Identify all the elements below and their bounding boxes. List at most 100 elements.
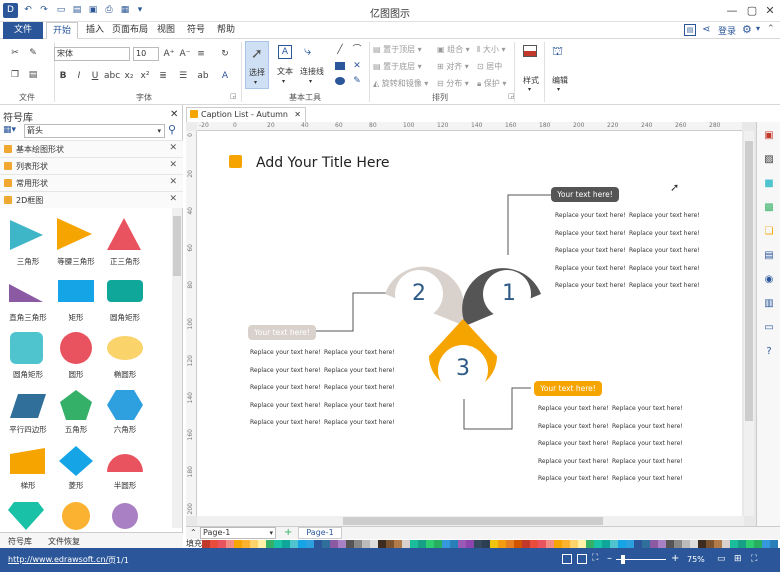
- color-swatch[interactable]: [410, 540, 418, 548]
- font-name-select[interactable]: 宋体: [54, 47, 130, 61]
- fit-width-icon[interactable]: ⊞: [734, 554, 742, 564]
- close-icon[interactable]: ✕: [762, 3, 778, 19]
- color-swatch[interactable]: [514, 540, 522, 548]
- color-swatch[interactable]: [314, 540, 322, 548]
- fit-page-icon[interactable]: ▭: [717, 554, 726, 564]
- zoom-in-icon[interactable]: +: [671, 553, 679, 564]
- color-swatch[interactable]: [690, 540, 698, 548]
- fit-window-icon[interactable]: ⛶: [751, 554, 757, 564]
- color-swatch[interactable]: [242, 540, 250, 548]
- settings-gear-icon[interactable]: ⚙: [742, 23, 752, 36]
- color-swatch[interactable]: [562, 540, 570, 548]
- text-block-2-line[interactable]: Replace your text here!: [250, 402, 321, 409]
- diagram-title[interactable]: Add Your Title Here: [256, 155, 390, 171]
- share-icon[interactable]: ⋖: [702, 24, 710, 35]
- rounded-square-shape[interactable]: [10, 332, 43, 364]
- search-icon[interactable]: ⚲: [168, 123, 176, 136]
- library-category-basic[interactable]: 基本绘图形状 ✕: [0, 140, 183, 157]
- color-swatch[interactable]: [738, 540, 746, 548]
- palette-swatches[interactable]: [202, 540, 778, 548]
- color-swatch[interactable]: [658, 540, 666, 548]
- size-button[interactable]: ⫴ 大小 ▾: [477, 44, 505, 55]
- color-swatch[interactable]: [682, 540, 690, 548]
- text-block-2-line[interactable]: Replace your text here!: [324, 367, 395, 374]
- color-swatch[interactable]: [426, 540, 434, 548]
- color-swatch[interactable]: [250, 540, 258, 548]
- color-swatch[interactable]: [554, 540, 562, 548]
- color-swatch[interactable]: [210, 540, 218, 548]
- document-tab[interactable]: Caption List - Autumn ✕: [186, 107, 306, 122]
- pen-tool-icon[interactable]: ✎: [350, 74, 364, 88]
- hexagon-shape[interactable]: [107, 390, 143, 420]
- distribute-button[interactable]: ⊟ 分布 ▾: [437, 78, 469, 89]
- color-swatch[interactable]: [570, 540, 578, 548]
- bring-to-front-button[interactable]: ▤ 置于顶层 ▾: [373, 44, 422, 55]
- semicircle-shape[interactable]: [107, 454, 143, 472]
- color-swatch[interactable]: [546, 540, 554, 548]
- page-properties-icon[interactable]: ▤: [761, 248, 777, 264]
- color-swatch[interactable]: [226, 540, 234, 548]
- color-swatch[interactable]: [354, 540, 362, 548]
- shadow-icon[interactable]: ■: [761, 176, 777, 192]
- underline-icon[interactable]: U: [88, 69, 102, 83]
- close-icon[interactable]: ✕: [169, 177, 177, 187]
- color-swatch[interactable]: [490, 540, 498, 548]
- tab-insert[interactable]: 插入: [80, 22, 110, 39]
- font-color-icon[interactable]: A: [218, 69, 232, 83]
- color-swatch[interactable]: [602, 540, 610, 548]
- color-swatch[interactable]: [770, 540, 778, 548]
- text-block-3-line[interactable]: Replace your text here!: [612, 458, 683, 465]
- text-block-2-line[interactable]: Replace your text here!: [324, 349, 395, 356]
- text-block-2-line[interactable]: Replace your text here!: [324, 419, 395, 426]
- cross-tool-icon[interactable]: ✕: [350, 59, 364, 73]
- font-size-select[interactable]: 10: [133, 47, 159, 61]
- drop-circle-shape[interactable]: [112, 503, 138, 529]
- settings-dropdown-icon[interactable]: ▾: [756, 24, 760, 33]
- style-button[interactable]: 样式 ▾: [518, 41, 544, 99]
- color-swatch[interactable]: [642, 540, 650, 548]
- color-swatch[interactable]: [522, 540, 530, 548]
- text-block-1-line[interactable]: Replace your text here!: [555, 212, 626, 219]
- minimize-icon[interactable]: —: [724, 3, 740, 19]
- layers-icon[interactable]: ❏: [761, 224, 777, 240]
- text-block-3-line[interactable]: Replace your text here!: [538, 405, 609, 412]
- close-document-icon[interactable]: ✕: [294, 108, 301, 122]
- color-swatch[interactable]: [290, 540, 298, 548]
- edit-button[interactable]: ⛫ 编辑 ▾: [546, 41, 574, 99]
- color-swatch[interactable]: [338, 540, 346, 548]
- text-block-2-line[interactable]: Replace your text here!: [250, 384, 321, 391]
- ellipse-shape[interactable]: [107, 336, 143, 360]
- line-tool-icon[interactable]: ╱: [333, 43, 347, 57]
- align-button[interactable]: ⊞ 对齐 ▾: [437, 61, 469, 72]
- color-swatch[interactable]: [466, 540, 474, 548]
- italic-icon[interactable]: I: [72, 69, 86, 83]
- color-swatch[interactable]: [498, 540, 506, 548]
- horizontal-scrollbar-thumb[interactable]: [343, 517, 603, 525]
- text-block-3-line[interactable]: Replace your text here!: [538, 423, 609, 430]
- color-swatch[interactable]: [394, 540, 402, 548]
- triangle-shape[interactable]: [10, 220, 43, 250]
- color-swatch[interactable]: [530, 540, 538, 548]
- font-dialog-launcher-icon[interactable]: ◲: [230, 92, 237, 100]
- color-swatch[interactable]: [234, 540, 242, 548]
- color-swatch[interactable]: [346, 540, 354, 548]
- color-swatch[interactable]: [650, 540, 658, 548]
- tab-symbol-library[interactable]: 符号库: [8, 536, 32, 547]
- library-category-list[interactable]: 列表形状 ✕: [0, 157, 183, 174]
- tab-view[interactable]: 视图: [152, 22, 180, 39]
- page-up-icon[interactable]: ⌃: [190, 528, 197, 537]
- format-painter-icon[interactable]: ✎: [26, 46, 40, 60]
- color-swatch[interactable]: [746, 540, 754, 548]
- data-icon[interactable]: ▥: [761, 296, 777, 312]
- strikethrough-icon[interactable]: abc: [104, 69, 120, 83]
- indent-icon[interactable]: ≣: [156, 69, 170, 83]
- fill-style-icon[interactable]: ▣: [761, 128, 777, 144]
- text-block-3-line[interactable]: Replace your text here!: [612, 440, 683, 447]
- color-swatch[interactable]: [666, 540, 674, 548]
- text-block-1-line[interactable]: Replace your text here!: [629, 247, 700, 254]
- color-swatch[interactable]: [458, 540, 466, 548]
- zoom-out-icon[interactable]: –: [607, 553, 612, 564]
- close-library-icon[interactable]: ✕: [170, 109, 178, 120]
- text-block-1-line[interactable]: Replace your text here!: [629, 265, 700, 272]
- right-triangle-shape[interactable]: [9, 284, 43, 302]
